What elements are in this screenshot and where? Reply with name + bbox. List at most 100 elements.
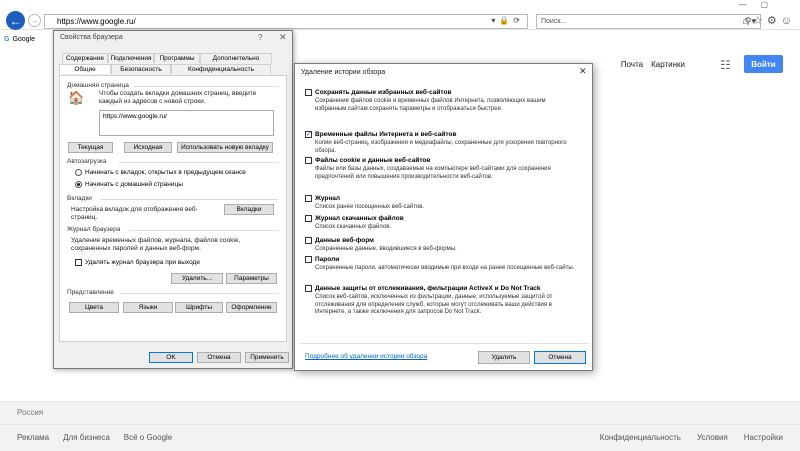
radio-home-page[interactable]	[75, 181, 82, 188]
close-icon[interactable]: ✕	[279, 32, 287, 43]
history-settings-button[interactable]: Параметры	[226, 273, 277, 284]
history-description: Удаление временных файлов, журнала, файл…	[71, 237, 241, 252]
tab-connections[interactable]: Подключения	[108, 53, 154, 63]
tabs-settings-button[interactable]: Вкладки	[224, 204, 274, 215]
back-arrow-icon[interactable]: ←	[6, 11, 25, 30]
footer-right-links: Конфиденциальность Условия Настройки	[600, 433, 783, 442]
home-page-url-textarea[interactable]: https://www.google.ru/	[99, 110, 274, 136]
internet-options-dialog: Свойства браузера ? ✕ Содержание Подключ…	[53, 30, 293, 369]
item-form-data-desc: Сохраненные данные, вводившиеся в веб-фо…	[315, 246, 457, 252]
footer-link-about[interactable]: Всё о Google	[124, 433, 172, 442]
item-form-data-title: Данные веб-форм	[315, 237, 374, 244]
search-input[interactable]: Поиск... ⚲▾	[536, 14, 761, 29]
tab-advanced[interactable]: Дополнительно	[200, 53, 272, 63]
item-temp-files-title: Временные файлы Интернета и веб-сайтов	[315, 131, 457, 138]
address-bar[interactable]: https://www.google.ru/ ▾🔒⟳	[44, 14, 528, 29]
item-tracking-desc: Список веб-сайтов, исключенных из фильтр…	[315, 294, 553, 315]
item-passwords-desc: Сохраненные пароли, автоматически вводим…	[315, 265, 575, 271]
radio-previous-session[interactable]	[75, 169, 82, 176]
delete-history-button[interactable]: Удалить...	[171, 273, 223, 284]
item-cookies-desc: Файлы или базы данных, создаваемые на ко…	[315, 166, 551, 180]
item-history-desc: Список ранее посещенных веб-сайтов.	[315, 204, 425, 210]
footer-link-business[interactable]: Для бизнеса	[63, 433, 110, 442]
chk-cookies[interactable]	[305, 157, 312, 164]
tab-content[interactable]: Содержание	[62, 53, 108, 63]
tab-security[interactable]: Безопасность	[111, 64, 171, 74]
radio-previous-session-label: Начинать с вкладок, открытых в предыдуще…	[85, 169, 246, 176]
footer-link-ads[interactable]: Реклама	[17, 433, 49, 442]
help-icon[interactable]: ?	[258, 33, 262, 42]
section-history: Журнал браузера	[67, 226, 121, 233]
footer-divider	[0, 424, 800, 425]
item-tracking-title: Данные защиты от отслеживания, фильтраци…	[315, 285, 541, 292]
fonts-button[interactable]: Шрифты	[175, 302, 223, 313]
section-divider	[120, 293, 278, 294]
tab-privacy[interactable]: Конфиденциальность	[171, 64, 271, 74]
section-startup: Автозагрузка	[67, 158, 107, 165]
item-downloads-title: Журнал скачанных файлов	[315, 215, 404, 222]
footer-link-privacy[interactable]: Конфиденциальность	[600, 433, 681, 442]
footer-left-links: Реклама Для бизнеса Всё о Google	[17, 433, 172, 442]
item-preserve-favorites-title: Сохранять данные избранных веб-сайтов	[315, 89, 452, 96]
section-home-page: Домашняя страница	[67, 82, 129, 89]
link-images[interactable]: Картинки	[651, 60, 685, 69]
apps-grid-icon[interactable]: ☷	[720, 58, 731, 72]
chk-history[interactable]	[305, 195, 312, 202]
use-new-tab-button[interactable]: Использовать новую вкладку	[177, 142, 273, 153]
cancel-button[interactable]: Отмена	[197, 352, 241, 363]
search-placeholder: Поиск...	[541, 18, 567, 25]
close-icon[interactable]: ✕	[579, 66, 587, 77]
home-star-gear-icon[interactable]: ⌂☆⚙☺	[742, 14, 796, 27]
home-page-description: Чтобы создать вкладки домашних страниц, …	[99, 90, 257, 105]
section-appearance: Представление	[67, 289, 114, 296]
delete-on-exit-label: Удалять журнал браузера при выходе	[85, 259, 200, 266]
chk-temp-files[interactable]: ✓	[305, 131, 312, 138]
delete-on-exit-checkbox[interactable]	[75, 259, 82, 266]
section-tabs: Вкладки	[67, 195, 92, 202]
google-favicon-icon: G	[4, 36, 10, 43]
accessibility-button[interactable]: Оформление	[226, 302, 277, 313]
section-divider	[119, 162, 278, 163]
chk-passwords[interactable]	[305, 256, 312, 263]
item-passwords-title: Пароли	[315, 256, 340, 263]
delete-history-dialog: Удаление истории обзора ✕ Сохранять данн…	[294, 63, 593, 371]
section-divider	[134, 86, 278, 87]
section-divider	[100, 199, 278, 200]
languages-button[interactable]: Языки	[123, 302, 173, 313]
home-page-icon: 🏠	[68, 90, 85, 105]
use-current-button[interactable]: Текущая	[68, 142, 113, 153]
google-top-links: Почта Картинки	[621, 60, 685, 69]
chk-tracking-protection[interactable]	[305, 285, 312, 292]
tab-general[interactable]: Общие	[59, 64, 111, 74]
ok-button[interactable]: OK	[149, 352, 193, 363]
radio-home-page-label: Начинать с домашней страницы	[85, 181, 183, 188]
sign-in-button[interactable]: Войти	[744, 55, 783, 73]
delete-button[interactable]: Удалить	[478, 351, 530, 364]
footer-country: Россия	[17, 408, 44, 417]
footer-link-settings[interactable]: Настройки	[744, 433, 783, 442]
browser-tab[interactable]: G Google	[0, 32, 50, 48]
footer-link-terms[interactable]: Условия	[697, 433, 728, 442]
tabs-description: Настройка вкладок для отображения веб-ст…	[71, 206, 198, 221]
apply-button[interactable]: Применить	[245, 352, 289, 363]
link-mail[interactable]: Почта	[621, 60, 643, 69]
section-divider	[130, 230, 278, 231]
tab-programs[interactable]: Программы	[154, 53, 200, 63]
forward-arrow-icon[interactable]: →	[28, 14, 41, 27]
chk-downloads[interactable]	[305, 215, 312, 222]
item-history-title: Журнал	[315, 195, 341, 202]
cancel-button[interactable]: Отмена	[534, 351, 586, 364]
dialog-title: Свойства браузера	[60, 34, 123, 41]
dialog-title: Удаление истории обзора	[301, 69, 386, 76]
chk-preserve-favorites[interactable]	[305, 89, 312, 96]
chk-form-data[interactable]	[305, 237, 312, 244]
home-page-url: https://www.google.ru/	[103, 113, 167, 120]
item-cookies-title: Файлы cookie и данные веб-сайтов	[315, 157, 431, 164]
address-actions-icon[interactable]: ▾🔒⟳	[491, 16, 524, 25]
dialog-divider	[300, 343, 589, 344]
learn-more-link[interactable]: Подробнее об удалении истории обзора	[305, 353, 427, 360]
tab-title: Google	[12, 36, 36, 43]
use-default-button[interactable]: Исходная	[124, 142, 172, 153]
window-controls-icon[interactable]: —▢	[738, 0, 782, 9]
colors-button[interactable]: Цвета	[69, 302, 119, 313]
